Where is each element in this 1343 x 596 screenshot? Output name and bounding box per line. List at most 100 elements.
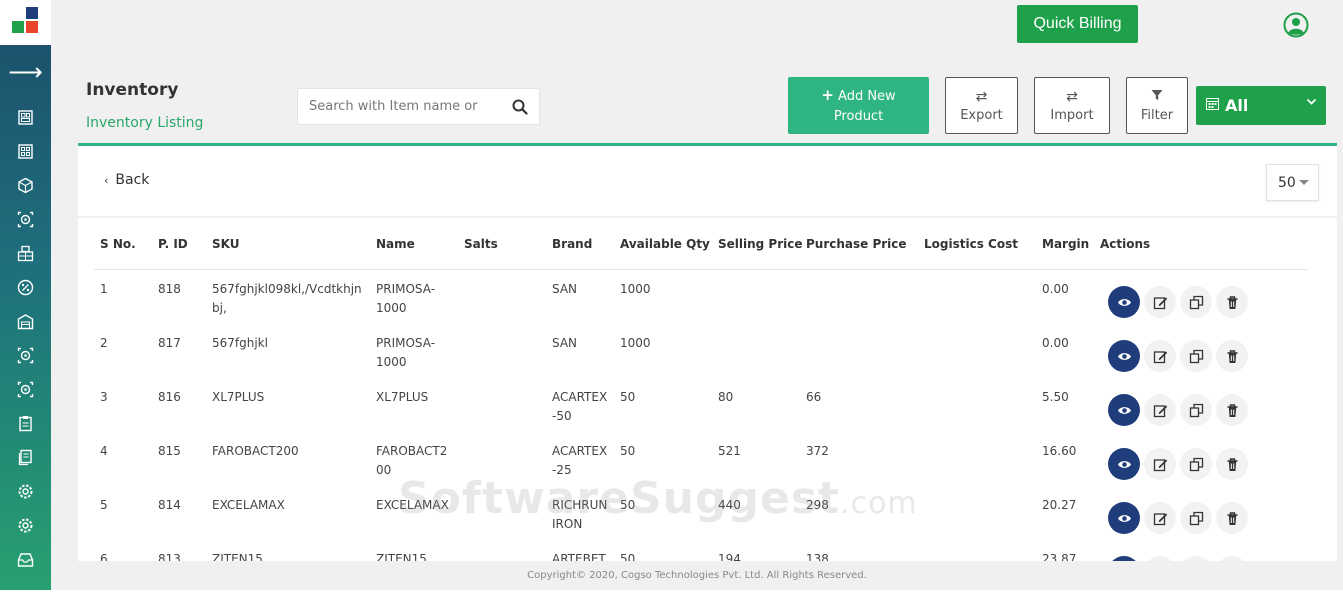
back-link[interactable]: ‹ Back xyxy=(104,172,149,188)
delete-button[interactable] xyxy=(1216,340,1248,372)
column-header[interactable]: Actions xyxy=(1100,237,1150,251)
cell-name: PRIMOSA- 1000 xyxy=(376,282,436,315)
view-button[interactable] xyxy=(1108,340,1140,372)
app-logo[interactable] xyxy=(0,0,51,45)
clipboard-icon xyxy=(18,415,32,431)
import-button[interactable]: ⇄ Import xyxy=(1034,77,1110,134)
table-row[interactable]: 3 816 XL7PLUS XL7PLUS ACARTEX -50 50 80 66 5.50 xyxy=(94,388,1308,442)
eye-icon xyxy=(1117,298,1131,306)
cell-sno: 5 xyxy=(100,498,108,512)
column-header[interactable]: Purchase Price xyxy=(806,237,907,251)
table-row[interactable]: 6 813 ZITEN15 ZITEN15 ARTEBET 50 194 138 23.87 xyxy=(94,550,1308,561)
cell-margin: 0.00 xyxy=(1042,336,1069,350)
duplicate-button[interactable] xyxy=(1180,448,1212,480)
copy-icon xyxy=(1189,457,1203,471)
cell-qty: 50 xyxy=(620,444,636,458)
sidebar-dashboard-icon[interactable] xyxy=(15,107,35,127)
column-header[interactable]: P. ID xyxy=(158,237,188,251)
cell-sku: XL7PLUS xyxy=(212,390,265,404)
table-row[interactable]: 1 818 567fghjkl098kl,/Vcdtkhjn bj, PRIMOSA-… xyxy=(94,280,1308,334)
sidebar-target-icon[interactable] xyxy=(15,209,35,229)
cell-pid: 817 xyxy=(158,336,181,350)
footer: Copyright© 2020, Cogso Technologies Pvt.… xyxy=(51,561,1343,590)
expand-sidebar-icon[interactable]: ⟶ xyxy=(0,57,51,87)
settings-icon xyxy=(18,518,32,532)
sidebar-target-icon[interactable] xyxy=(15,379,35,399)
filter-button[interactable]: Filter xyxy=(1126,77,1188,134)
column-header[interactable]: Selling Price xyxy=(718,237,803,251)
delete-button[interactable] xyxy=(1216,448,1248,480)
edit-button[interactable] xyxy=(1144,448,1176,480)
sidebar-warehouse-icon[interactable] xyxy=(15,311,35,331)
box-icon xyxy=(17,177,33,193)
column-header[interactable]: S No. xyxy=(100,237,136,251)
building-icon xyxy=(17,245,33,261)
view-button[interactable] xyxy=(1108,394,1140,426)
funnel-icon xyxy=(1151,88,1163,106)
quick-billing-button[interactable]: Quick Billing xyxy=(1017,5,1138,43)
view-button[interactable] xyxy=(1108,502,1140,534)
edit-button[interactable] xyxy=(1144,286,1176,318)
duplicate-button[interactable] xyxy=(1180,340,1212,372)
export-label: Export xyxy=(960,108,1003,123)
cell-name: EXCELAMAX xyxy=(376,498,449,512)
column-header[interactable]: Salts xyxy=(464,237,498,251)
add-new-product-button[interactable]: + Add New Product xyxy=(788,77,929,134)
sidebar-document-icon[interactable] xyxy=(15,447,35,467)
settings-icon xyxy=(18,484,32,498)
sidebar-clipboard-icon[interactable] xyxy=(15,413,35,433)
column-header[interactable]: Name xyxy=(376,237,415,251)
view-button[interactable] xyxy=(1108,286,1140,318)
column-header[interactable]: Brand xyxy=(552,237,592,251)
edit-button[interactable] xyxy=(1144,502,1176,534)
edit-button[interactable] xyxy=(1144,340,1176,372)
cell-name: XL7PLUS xyxy=(376,390,429,404)
date-range-select[interactable]: All xyxy=(1196,86,1326,125)
import-label: Import xyxy=(1050,108,1094,123)
calendar-icon xyxy=(1206,97,1219,114)
cell-purchase: 138 xyxy=(806,552,829,561)
column-header[interactable]: Available Qty xyxy=(620,237,710,251)
duplicate-button[interactable] xyxy=(1180,286,1212,318)
duplicate-button[interactable] xyxy=(1180,394,1212,426)
breadcrumb[interactable]: Inventory Listing xyxy=(86,115,203,131)
delete-button[interactable] xyxy=(1216,394,1248,426)
sidebar-settings-icon[interactable] xyxy=(15,515,35,535)
per-page-select[interactable]: 50 xyxy=(1266,164,1319,201)
cell-brand: ARTEBET xyxy=(552,552,606,561)
view-button[interactable] xyxy=(1108,448,1140,480)
trash-icon xyxy=(1227,511,1237,525)
delete-button[interactable] xyxy=(1216,286,1248,318)
table-row[interactable]: 5 814 EXCELAMAX EXCELAMAX RICHRUN IRON 50 440 2… xyxy=(94,496,1308,550)
table-row[interactable]: 4 815 FAROBACT200 FAROBACT2 00 ACARTEX -25 50… xyxy=(94,442,1308,496)
cell-name: FAROBACT2 00 xyxy=(376,444,448,477)
edit-button[interactable] xyxy=(1144,394,1176,426)
sidebar-box-icon[interactable] xyxy=(15,175,35,195)
export-button[interactable]: ⇄ Export xyxy=(945,77,1018,134)
sidebar-target-icon[interactable] xyxy=(15,345,35,365)
eye-icon xyxy=(1117,406,1131,414)
cell-purchase: 66 xyxy=(806,390,822,404)
sidebar-building-icon[interactable] xyxy=(15,243,35,263)
cell-selling: 521 xyxy=(718,444,741,458)
duplicate-button[interactable] xyxy=(1180,502,1212,534)
bottom-strip xyxy=(0,590,1343,596)
column-header[interactable]: Logistics Cost xyxy=(924,237,1018,251)
trash-icon xyxy=(1227,349,1237,363)
column-header[interactable]: Margin xyxy=(1042,237,1089,251)
table-row[interactable]: 2 817 567fghjkl PRIMOSA- 1000 SAN 1000 0.00 xyxy=(94,334,1308,388)
search-icon[interactable] xyxy=(512,99,528,115)
user-avatar-icon[interactable] xyxy=(1283,12,1309,38)
cell-selling: 194 xyxy=(718,552,741,561)
delete-button[interactable] xyxy=(1216,502,1248,534)
sidebar-inbox-icon[interactable] xyxy=(15,549,35,569)
search-input[interactable] xyxy=(309,89,504,124)
filter-label: Filter xyxy=(1140,108,1174,123)
sidebar-percent-icon[interactable] xyxy=(15,277,35,297)
cell-sku: 567fghjkl xyxy=(212,336,268,350)
sidebar-settings-icon[interactable] xyxy=(15,481,35,501)
cell-sku: EXCELAMAX xyxy=(212,498,285,512)
column-header[interactable]: SKU xyxy=(212,237,239,251)
sidebar-grid-icon[interactable] xyxy=(15,141,35,161)
cell-pid: 814 xyxy=(158,498,181,512)
